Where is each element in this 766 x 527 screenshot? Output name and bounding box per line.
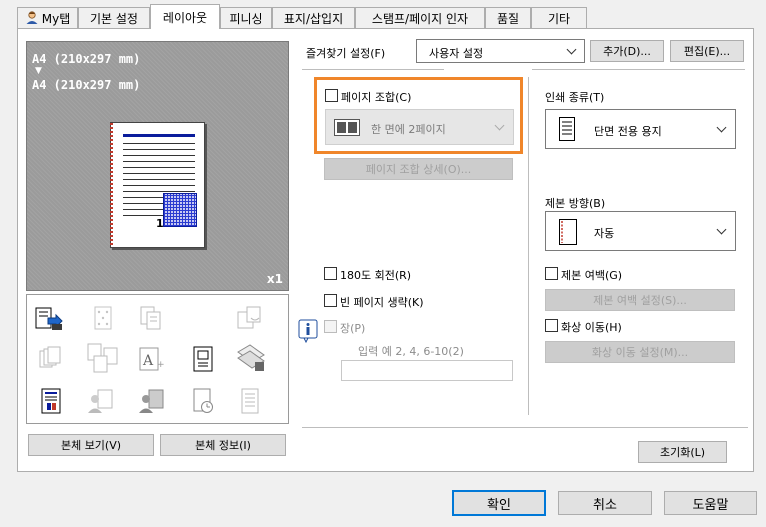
copy-pages-icon [137, 304, 165, 332]
chevron-down-icon [566, 44, 577, 55]
tab-layout[interactable]: 레이아웃 [150, 4, 220, 29]
tab-cover-insert[interactable]: 표지/삽입지 [272, 7, 355, 28]
binding-margin-checkbox[interactable] [545, 267, 558, 280]
add-favorite-button[interactable]: 추가(D)... [590, 40, 664, 62]
tab-label: My탭 [41, 11, 71, 26]
rotate-180-label: 180도 회전(R) [340, 269, 412, 282]
page-combine-label: 페이지 조합(C) [341, 91, 412, 104]
clock-page-icon [189, 387, 217, 415]
chevron-down-icon [716, 122, 727, 133]
tab-label: 기본 설정 [90, 11, 138, 26]
image-shift-checkbox[interactable] [545, 319, 558, 332]
tab-finishing[interactable]: 피니싱 [220, 7, 272, 28]
preview-area: A4 (210x297 mm) ▼ A4 (210x297 mm) 1 x1 [26, 41, 289, 291]
tab-label: 레이아웃 [162, 10, 208, 25]
image-shift-settings-label: 화상 이동 설정(M)... [591, 346, 689, 359]
pages-list-icon [237, 387, 265, 415]
chevron-down-icon [716, 224, 727, 235]
page-number: 1 [156, 217, 164, 230]
rotate-page-icon [235, 304, 263, 332]
tab-label: 표지/삽입지 [283, 11, 344, 26]
chapter-checkbox[interactable] [324, 320, 337, 333]
copies-count: x1 [266, 272, 283, 286]
stamp-layers-icon [235, 342, 265, 371]
tab-label: 품질 [496, 11, 520, 26]
tab-quality[interactable]: 품질 [485, 7, 531, 28]
chapter-input[interactable] [341, 360, 513, 381]
page-combine-detail-button[interactable]: 페이지 조합 상세(O)... [324, 158, 513, 180]
tab-mytab[interactable]: My탭 [17, 7, 78, 28]
binding-direction-label: 제본 방향(B) [545, 197, 606, 210]
image-block [163, 193, 197, 227]
person-icon [25, 10, 39, 27]
layout-panel: A4 (210x297 mm) ▼ A4 (210x297 mm) 1 x1 A… [17, 28, 754, 472]
print-type-dropdown[interactable]: 단면 전용 용지 [545, 109, 736, 149]
page-combine-detail-label: 페이지 조합 상세(O)... [365, 163, 472, 176]
binding-margin-label: 제본 여백(G) [561, 269, 623, 282]
binding-direction-value: 자동 [594, 227, 615, 240]
chapter-hint: 입력 예 2, 4, 6-10(2) [358, 345, 464, 358]
binding-margin-settings-label: 제본 여백 설정(S)... [593, 294, 687, 307]
skip-blank-label: 빈 페이지 생략(K) [340, 296, 424, 309]
paper-size-original: A4 (210x297 mm) [32, 52, 141, 66]
image-shift-settings-button[interactable]: 화상 이동 설정(M)... [545, 341, 735, 363]
booklet-icon [89, 304, 117, 332]
binding-margin-settings-button[interactable]: 제본 여백 설정(S)... [545, 289, 735, 311]
color-document-icon[interactable] [37, 387, 65, 415]
svg-text:A: A [142, 353, 154, 369]
function-icon-grid: A + [26, 294, 289, 424]
page-thumbnail: 1 [110, 122, 205, 248]
page-combine-dropdown[interactable]: 한 면에 2페이지 [325, 109, 514, 145]
paper-size-output: A4 (210x297 mm) [32, 78, 141, 92]
stacked-pages-icon [37, 345, 65, 373]
reset-label: 초기화(L) [659, 446, 706, 459]
single-side-paper-icon [559, 117, 575, 144]
binding-left-icon [559, 219, 577, 248]
edit-favorite-button[interactable]: 편집(E)... [670, 40, 744, 62]
tab-label: 피니싱 [229, 11, 263, 26]
info-main-label: 본체 정보(I) [195, 439, 251, 452]
svg-text:+: + [157, 360, 165, 370]
user-setting-icon [137, 387, 165, 415]
add-favorite-label: 추가(D)... [603, 45, 651, 58]
print-type-value: 단면 전용 용지 [594, 125, 662, 138]
favorites-value: 사용자 설정 [429, 47, 484, 60]
user-print-icon [86, 387, 114, 415]
info-icon[interactable] [298, 319, 320, 346]
page-combine-value: 한 면에 2페이지 [371, 123, 446, 136]
binding-direction-dropdown[interactable]: 자동 [545, 211, 736, 251]
multi-page-icon [86, 342, 118, 373]
column-divider [528, 77, 529, 415]
tab-label: 기타 [547, 11, 571, 26]
print-direct-icon[interactable] [34, 304, 63, 332]
rotate-180-checkbox[interactable] [324, 267, 337, 280]
image-shift-label: 화상 이동(H) [561, 321, 622, 334]
ok-button[interactable]: 확인 [452, 490, 546, 516]
font-text-icon: A + [137, 345, 165, 373]
favorites-dropdown[interactable]: 사용자 설정 [416, 39, 585, 63]
cancel-button[interactable]: 취소 [558, 491, 652, 515]
chevron-down-icon [494, 120, 505, 131]
arrow-down-icon: ▼ [35, 66, 42, 76]
ok-label: 확인 [487, 497, 511, 513]
favorites-label: 즐겨찾기 설정(F) [306, 47, 386, 60]
view-main-label: 본체 보기(V) [60, 439, 122, 452]
info-main-button[interactable]: 본체 정보(I) [160, 434, 286, 456]
reset-button[interactable]: 초기화(L) [638, 441, 727, 463]
watermark-page-icon[interactable] [189, 345, 217, 373]
print-type-label: 인쇄 종류(T) [545, 91, 605, 104]
tab-stamp-page-print[interactable]: 스탬프/페이지 인자 [355, 7, 485, 28]
tab-label: 스탬프/페이지 인자 [371, 11, 469, 26]
chapter-label: 장(P) [340, 322, 366, 335]
skip-blank-checkbox[interactable] [324, 294, 337, 307]
cancel-label: 취소 [593, 497, 617, 513]
edit-favorite-label: 편집(E)... [683, 45, 731, 58]
page-combine-checkbox[interactable] [325, 89, 338, 102]
help-label: 도움말 [692, 497, 729, 513]
two-up-icon [334, 119, 360, 139]
tab-basic-settings[interactable]: 기본 설정 [78, 7, 150, 28]
help-button[interactable]: 도움말 [664, 491, 757, 515]
view-main-button[interactable]: 본체 보기(V) [28, 434, 154, 456]
tab-other[interactable]: 기타 [531, 7, 587, 28]
